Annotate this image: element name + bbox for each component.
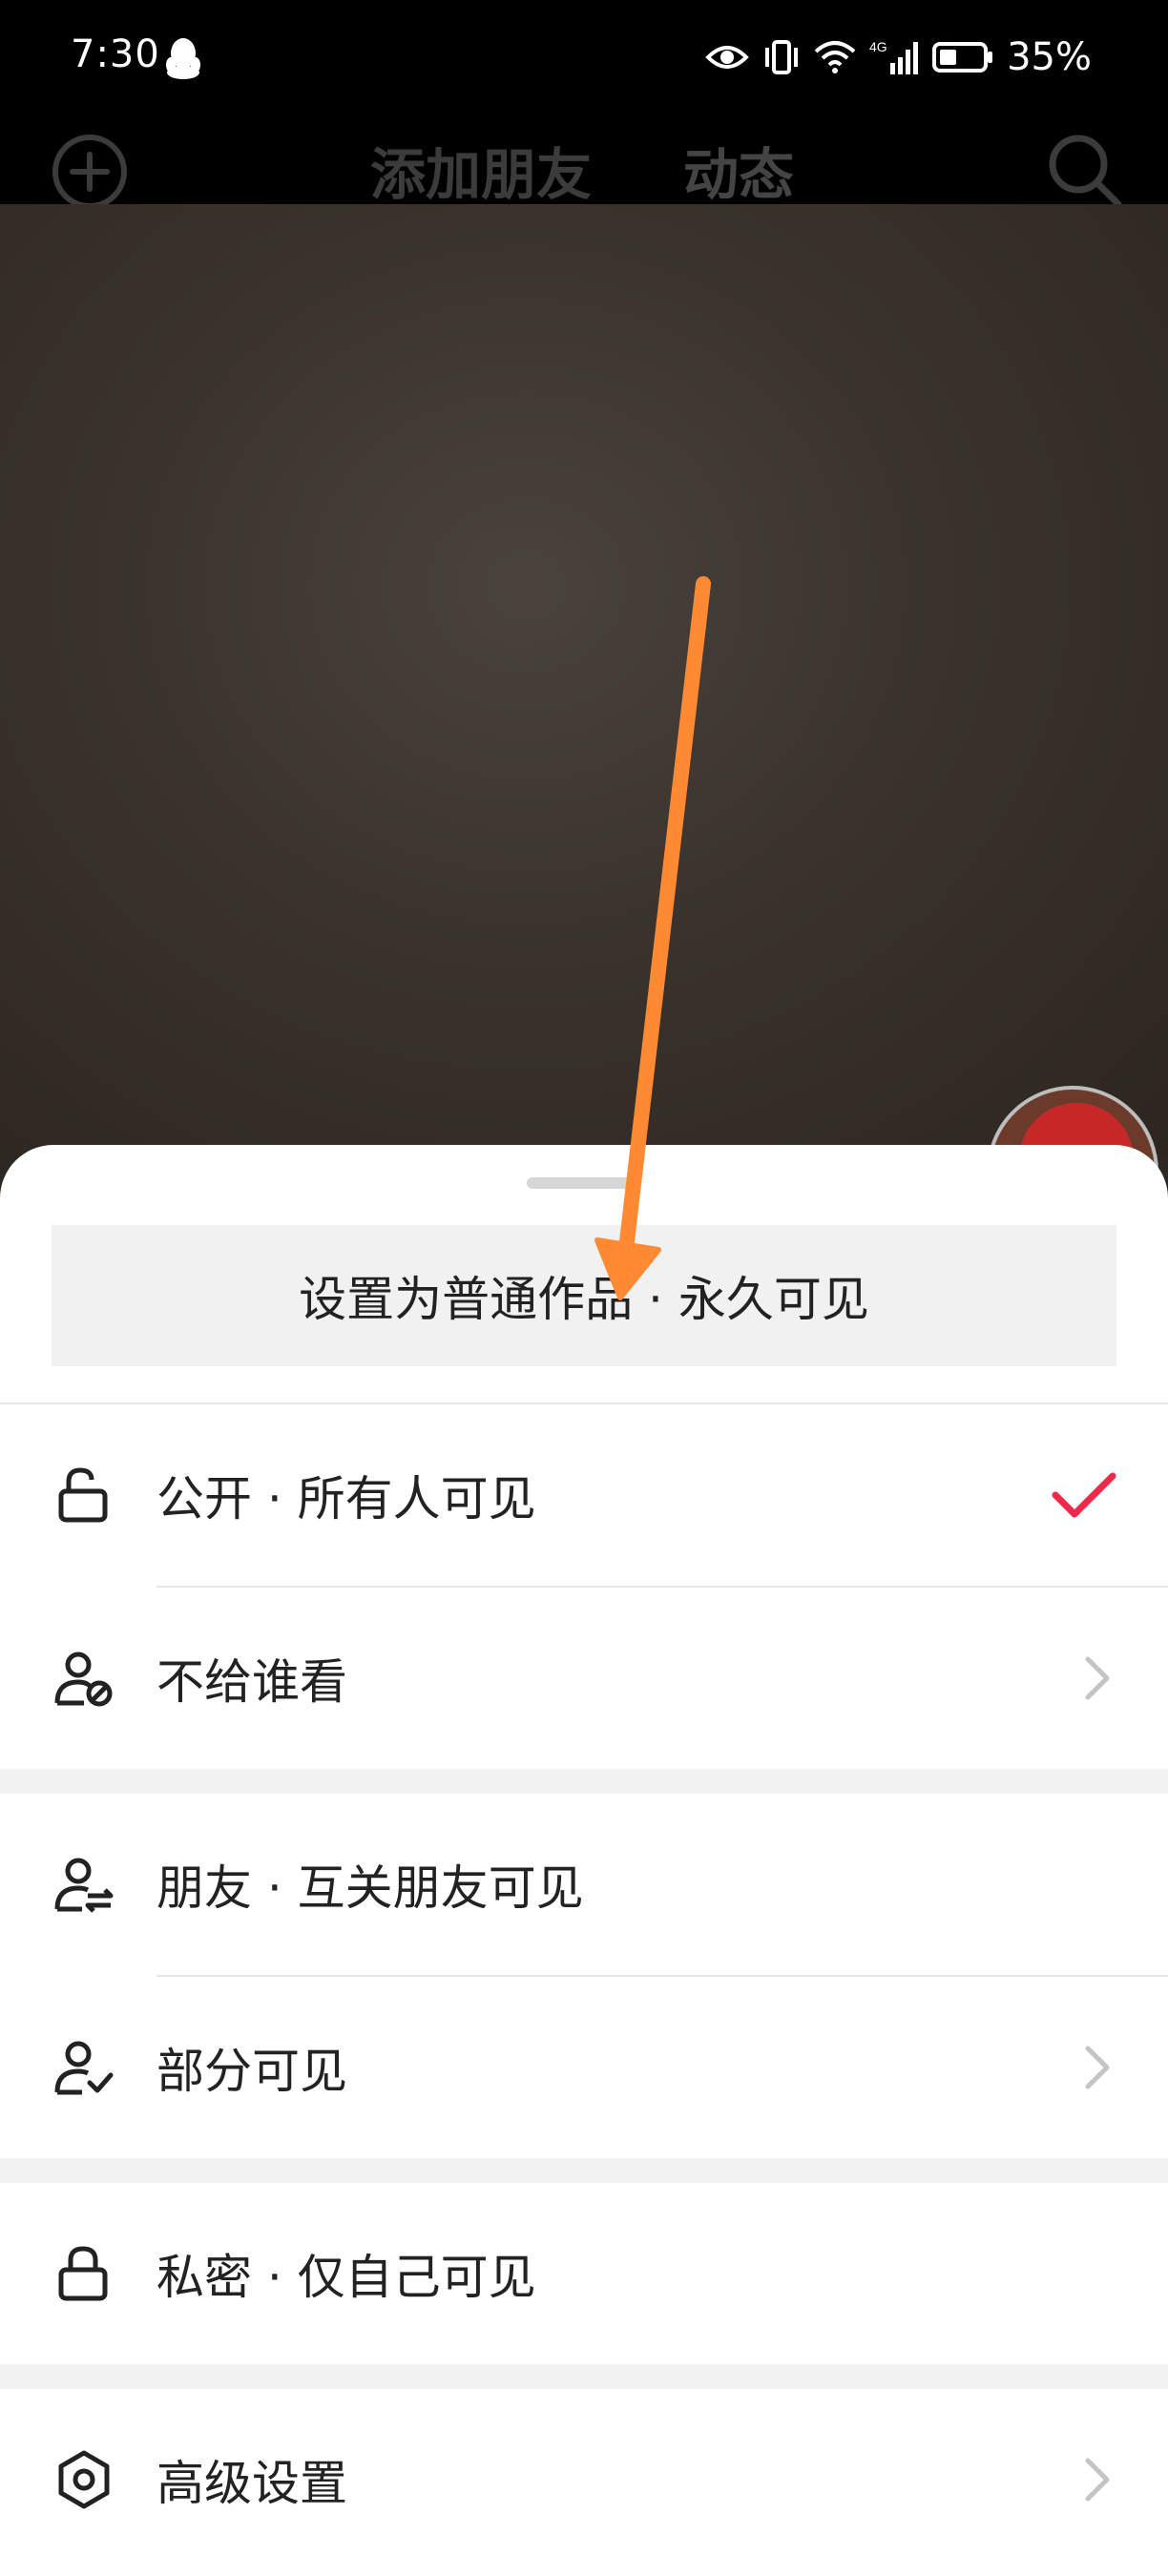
wifi-icon: [814, 41, 856, 73]
chevron-right-icon: [1085, 1656, 1110, 1700]
video-background: [0, 204, 1168, 1158]
option-partial[interactable]: 部分可见: [0, 1977, 1168, 2158]
sheet-handle[interactable]: [527, 1177, 641, 1189]
tab-add-friends[interactable]: 添加朋友: [370, 130, 592, 210]
section-gap: [0, 2364, 1168, 2389]
settings-hexagon-icon: [58, 2450, 110, 2509]
battery-percent: 35%: [1007, 35, 1092, 79]
option-friends-label: 朋友 · 互关朋友可见: [156, 1860, 584, 1916]
option-private[interactable]: 私密 · 仅自己可见: [0, 2183, 1168, 2364]
status-icons: 4G 35%: [705, 29, 1092, 86]
qq-icon: [166, 38, 200, 79]
visibility-sheet: 设置为普通作品 · 永久可见 公开 · 所有人可见 不给谁看 朋友 · 互关朋友…: [0, 1145, 1168, 2576]
search-icon[interactable]: [1042, 128, 1128, 214]
status-bar: 7:30 4G 35%: [0, 0, 1168, 114]
tab-feed[interactable]: 动态: [683, 130, 794, 210]
option-hide-from-label: 不给谁看: [156, 1654, 347, 1710]
section-gap: [0, 1769, 1168, 1794]
option-advanced-label: 高级设置: [156, 2456, 347, 2511]
user-swap-icon: [54, 1858, 114, 1913]
vibrate-icon: [765, 40, 799, 74]
signal-icon: 4G: [869, 39, 919, 74]
network-label: 4G: [869, 39, 887, 54]
unlock-icon: [58, 1467, 108, 1523]
normal-work-banner[interactable]: 设置为普通作品 · 永久可见: [52, 1225, 1116, 1366]
option-friends[interactable]: 朋友 · 互关朋友可见: [0, 1794, 1168, 1975]
lock-icon: [58, 2246, 108, 2301]
eye-icon: [705, 46, 749, 69]
user-block-icon: [54, 1652, 113, 1707]
option-public[interactable]: 公开 · 所有人可见: [0, 1404, 1168, 1586]
banner-label: 设置为普通作品 · 永久可见: [299, 1272, 869, 1327]
user-check-icon: [54, 2041, 114, 2095]
option-hide-from[interactable]: 不给谁看: [0, 1588, 1168, 1769]
chevron-right-icon: [1085, 2046, 1110, 2089]
option-advanced-settings[interactable]: 高级设置: [0, 2389, 1168, 2570]
option-public-label: 公开 · 所有人可见: [156, 1471, 536, 1527]
chevron-right-icon: [1085, 2458, 1110, 2502]
checkmark-icon: [1052, 1472, 1116, 1518]
option-partial-label: 部分可见: [156, 2044, 347, 2099]
add-circle-icon[interactable]: [50, 132, 130, 212]
section-gap: [0, 2158, 1168, 2183]
option-private-label: 私密 · 仅自己可见: [156, 2250, 536, 2305]
battery-icon: [932, 42, 993, 73]
status-time: 7:30: [71, 32, 160, 76]
